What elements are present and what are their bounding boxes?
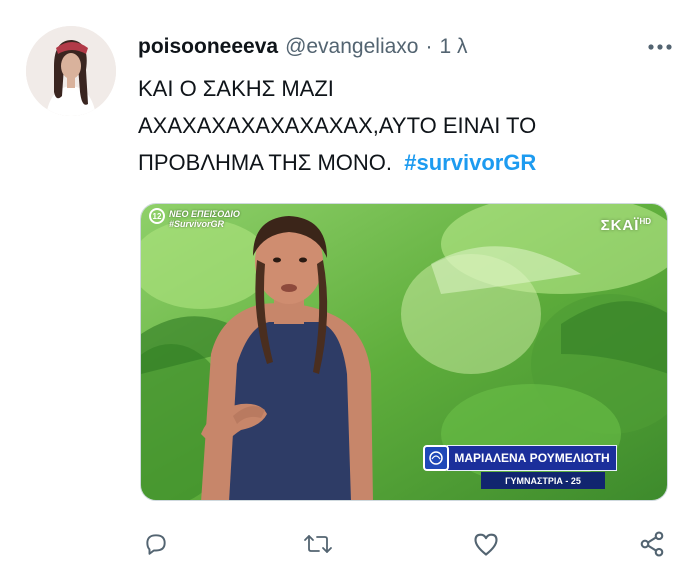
tweet-media[interactable]: 12 ΝΕΟ ΕΠΕΙΣΟΔΙΟ #SurvivorGR ΣΚΑΪHD ΜΑΡΙ… [140, 203, 668, 501]
author-display-name[interactable]: poisooneeeva [138, 35, 278, 59]
channel-name: ΣΚΑΪ [600, 217, 640, 234]
like-icon [474, 533, 498, 556]
reply-button[interactable] [136, 524, 176, 564]
episode-label-line: ΝΕΟ ΕΠΕΙΣΟΔΙΟ [169, 209, 240, 219]
tweet-timestamp[interactable]: 1 λ [439, 35, 467, 59]
tweet-actions [138, 524, 678, 564]
channel-logo: ΣΚΑΪHD [601, 217, 651, 234]
share-icon [640, 531, 664, 557]
lower-third-name: ΜΑΡΙΑΛΕΝΑ ΡΟΥΜΕΛΙΩΤΗ [447, 445, 617, 471]
author-handle[interactable]: @evangeliaxo [285, 35, 418, 59]
header-separator: · [425, 35, 433, 58]
survivor-logo-icon [423, 445, 449, 471]
share-button[interactable] [632, 524, 672, 564]
media-overlay: 12 ΝΕΟ ΕΠΕΙΣΟΔΙΟ #SurvivorGR ΣΚΑΪHD ΜΑΡΙ… [141, 204, 667, 500]
episode-label: ΝΕΟ ΕΠΕΙΣΟΔΙΟ #SurvivorGR [169, 209, 240, 229]
avatar[interactable] [26, 26, 116, 116]
more-options-button[interactable] [642, 32, 678, 62]
tweet-text: ΚΑΙ Ο ΣΑΚΗΣ ΜΑΖΙ ΑΧΑΧΑΧΑΧΑΧΑΧΑΧΑΧ,ΑΥΤΟ Ε… [138, 70, 678, 181]
lower-third-role: ΓΥΜΝΑΣΤΡΙΑ - 25 [481, 472, 605, 489]
tweet-text-line: ΑΧΑΧΑΧΑΧΑΧΑΧΑΧΑΧ,ΑΥΤΟ ΕΙΝΑΙ ΤΟ [138, 113, 537, 138]
hashtag-link[interactable]: #survivorGR [404, 150, 536, 175]
like-button[interactable] [466, 524, 506, 564]
tweet-header: poisooneeeva @evangeliaxo · 1 λ [138, 30, 678, 64]
episode-badge: 12 [149, 208, 165, 224]
avatar-photo [26, 26, 116, 116]
tweet-text-line: ΠΡΟΒΛΗΜΑ ΤΗΣ ΜΟΝΟ. #survivorGR [138, 144, 678, 181]
reply-icon [146, 534, 166, 555]
episode-label-line: #SurvivorGR [169, 219, 225, 229]
channel-hd: HD [639, 217, 651, 226]
tweet-text-line: ΚΑΙ Ο ΣΑΚΗΣ ΜΑΖΙ [138, 76, 334, 101]
retweet-icon [304, 535, 332, 553]
lower-third: ΜΑΡΙΑΛΕΝΑ ΡΟΥΜΕΛΙΩΤΗ ΓΥΜΝΑΣΤΡΙΑ - 25 [423, 442, 617, 493]
retweet-button[interactable] [298, 524, 338, 564]
tweet-text-line-content: ΠΡΟΒΛΗΜΑ ΤΗΣ ΜΟΝΟ. [138, 150, 393, 175]
more-horizontal-icon [648, 44, 672, 50]
